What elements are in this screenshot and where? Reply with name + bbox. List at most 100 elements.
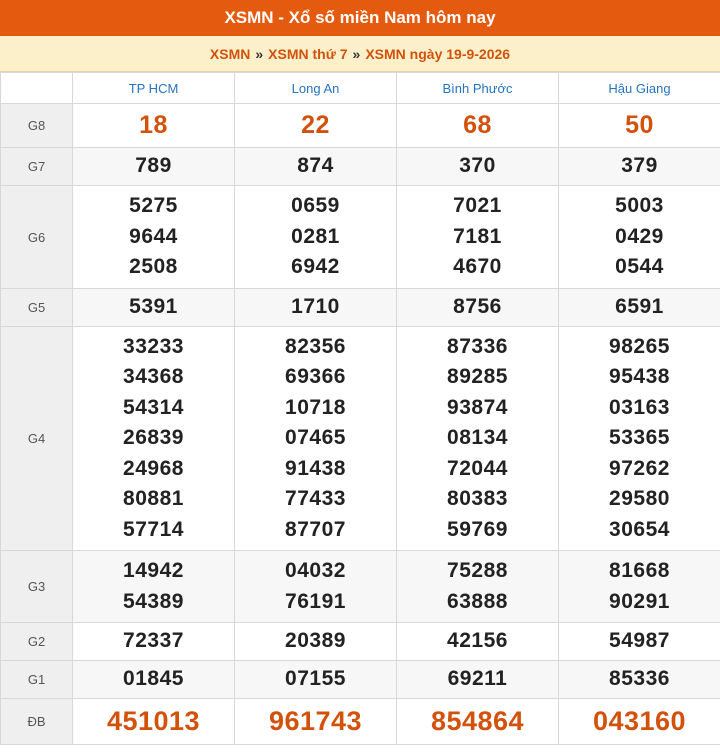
prize-row: G5 5391 1710 8756 6591: [0, 288, 720, 327]
prize-number: 0429: [615, 224, 664, 248]
prize-cell: 874: [234, 147, 397, 186]
prize-cell: 5275 9644 2508: [72, 185, 235, 289]
prize-cell: 451013: [72, 698, 235, 745]
header-corner: [0, 72, 73, 104]
prize-number: 93874: [447, 395, 508, 419]
prize-cell: 14942 54389: [72, 550, 235, 623]
prize-cell: 72337: [72, 622, 235, 661]
prize-number: 20389: [285, 629, 346, 653]
prize-number: 24968: [123, 456, 184, 480]
prize-cell: 22: [234, 103, 397, 148]
prize-number: 50: [625, 111, 654, 140]
results-body: G8 18 22 68 50 G7 789 874 370 379 G6 5275 9644 2508 06…: [0, 103, 720, 745]
prize-number: 18: [139, 111, 168, 140]
prize-number: 961743: [268, 706, 363, 737]
prize-cell: 789: [72, 147, 235, 186]
prize-number: 0281: [291, 224, 340, 248]
prize-cell: 8756: [396, 288, 559, 327]
prize-number: 5003: [615, 194, 664, 218]
prize-number: 2508: [129, 255, 178, 279]
prize-number: 85336: [609, 667, 670, 691]
prize-number: 63888: [447, 589, 508, 613]
prize-number: 7021: [453, 194, 502, 218]
prize-number: 6591: [615, 295, 664, 319]
prize-label: ĐB: [0, 698, 73, 745]
prize-row: G6 5275 9644 2508 0659 0281 6942 7021 7181 4670 50…: [0, 185, 720, 289]
prize-number: 97262: [609, 456, 670, 480]
breadcrumb-link-xsmn[interactable]: XSMN: [210, 46, 250, 62]
prize-number: 1710: [291, 295, 340, 319]
prize-cell: 1710: [234, 288, 397, 327]
prize-cell: 20389: [234, 622, 397, 661]
province-link-binh-phuoc[interactable]: Bình Phước: [396, 72, 559, 104]
prize-number: 77433: [285, 487, 346, 511]
prize-cell: 75288 63888: [396, 550, 559, 623]
prize-number: 789: [135, 154, 172, 178]
prize-cell: 961743: [234, 698, 397, 745]
prize-cell: 81668 90291: [558, 550, 720, 623]
prize-number: 76191: [285, 589, 346, 613]
prize-row: G4 33233 34368 54314 26839 24968 80881 57714 823…: [0, 326, 720, 551]
breadcrumb-link-weekday[interactable]: XSMN thứ 7: [268, 46, 347, 62]
prize-number: 4670: [453, 255, 502, 279]
prize-number: 57714: [123, 517, 184, 541]
prize-number: 07155: [285, 667, 346, 691]
prize-label: G1: [0, 660, 73, 699]
prize-number: 98265: [609, 334, 670, 358]
prize-number: 90291: [609, 589, 670, 613]
prize-number: 69366: [285, 365, 346, 389]
prize-cell: 5003 0429 0544: [558, 185, 720, 289]
prize-cell: 54987: [558, 622, 720, 661]
prize-number: 01845: [123, 667, 184, 691]
prize-number: 8756: [453, 295, 502, 319]
prize-number: 81668: [609, 559, 670, 582]
prize-cell: 04032 76191: [234, 550, 397, 623]
prize-cell: 6591: [558, 288, 720, 327]
prize-cell: 01845: [72, 660, 235, 699]
prize-number: 379: [621, 154, 658, 178]
prize-cell: 18: [72, 103, 235, 148]
prize-number: 7181: [453, 224, 502, 248]
prize-cell: 07155: [234, 660, 397, 699]
prize-number: 68: [463, 111, 492, 140]
prize-number: 95438: [609, 365, 670, 389]
prize-cell: 82356 69366 10718 07465 91438 77433 87707: [234, 326, 397, 551]
prize-number: 30654: [609, 517, 670, 541]
prize-number: 04032: [285, 559, 346, 582]
prize-label: G8: [0, 103, 73, 148]
prize-cell: 043160: [558, 698, 720, 745]
prize-row: G8 18 22 68 50: [0, 103, 720, 148]
prize-label: G2: [0, 622, 73, 661]
prize-number: 87336: [447, 334, 508, 358]
prize-number: 14942: [123, 559, 184, 582]
prize-cell: 0659 0281 6942: [234, 185, 397, 289]
prize-number: 07465: [285, 426, 346, 450]
prize-row: G7 789 874 370 379: [0, 147, 720, 186]
prize-number: 75288: [447, 559, 508, 582]
breadcrumb: XSMN » XSMN thứ 7 » XSMN ngày 19-9-2026: [0, 36, 720, 72]
province-link-hau-giang[interactable]: Hậu Giang: [558, 72, 720, 104]
prize-cell: 370: [396, 147, 559, 186]
breadcrumb-link-date[interactable]: XSMN ngày 19-9-2026: [365, 46, 510, 62]
province-link-long-an[interactable]: Long An: [234, 72, 397, 104]
prize-number: 5391: [129, 295, 178, 319]
prize-number: 72337: [123, 629, 184, 653]
prize-cell: 98265 95438 03163 53365 97262 29580 30654: [558, 326, 720, 551]
prize-number: 53365: [609, 426, 670, 450]
prize-cell: 5391: [72, 288, 235, 327]
prize-number: 91438: [285, 456, 346, 480]
prize-number: 874: [297, 154, 334, 178]
breadcrumb-separator: »: [255, 45, 264, 62]
prize-number: 26839: [123, 426, 184, 450]
prize-number: 59769: [447, 517, 508, 541]
prize-number: 451013: [106, 706, 201, 737]
prize-label: G4: [0, 326, 73, 551]
prize-row: ĐB 451013 961743 854864 043160: [0, 698, 720, 745]
province-link-tp-hcm[interactable]: TP HCM: [72, 72, 235, 104]
prize-number: 89285: [447, 365, 508, 389]
prize-number: 22: [301, 111, 330, 140]
prize-number: 54987: [609, 629, 670, 653]
prize-number: 54389: [123, 589, 184, 613]
prize-number: 33233: [123, 334, 184, 358]
prize-label: G7: [0, 147, 73, 186]
